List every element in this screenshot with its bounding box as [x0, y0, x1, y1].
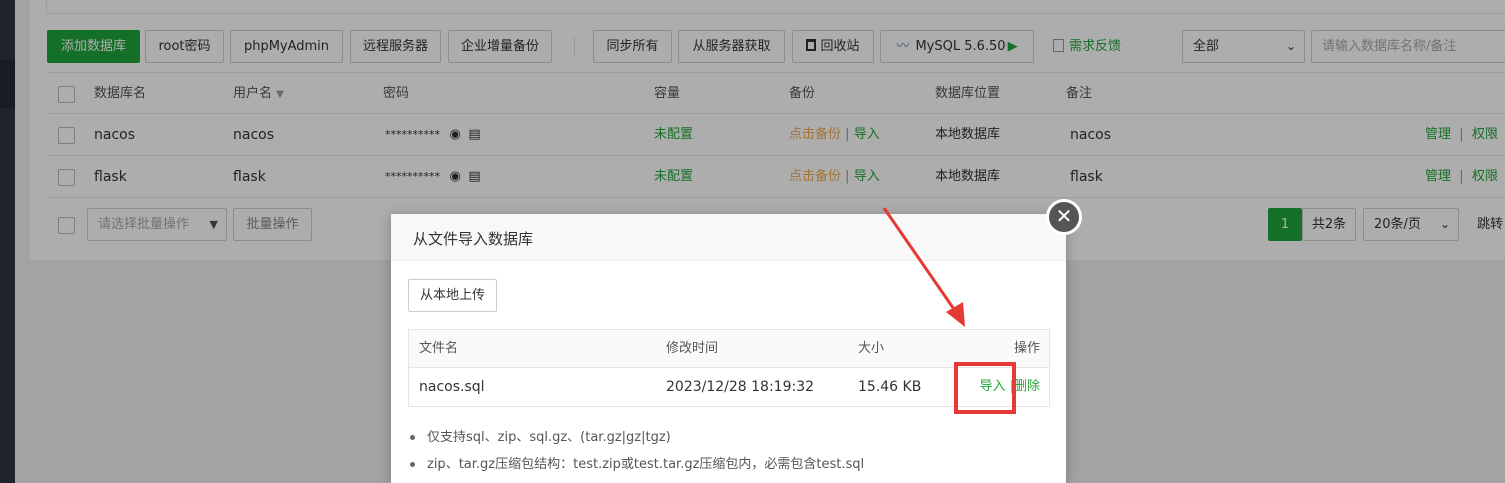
file-row: nacos.sql 2023/12/28 18:19:32 15.46 KB 导… — [409, 368, 1049, 406]
header-action: 操作 — [1013, 341, 1040, 356]
note-item: zip、tar.gz压缩包结构：test.zip或test.tar.gz压缩包内… — [410, 451, 864, 478]
file-name: nacos.sql — [419, 379, 485, 395]
file-size: 15.46 KB — [858, 379, 922, 395]
file-mtime: 2023/12/28 18:19:32 — [666, 379, 815, 395]
note-item: 仅支持sql、zip、sql.gz、(tar.gz|gz|tgz) — [410, 424, 864, 451]
header-mtime: 修改时间 — [666, 341, 719, 356]
file-delete-link[interactable]: 删除 — [1014, 379, 1040, 394]
annotation-highlight-box — [954, 362, 1016, 414]
file-table-header: 文件名 修改时间 大小 操作 — [409, 330, 1049, 368]
modal-title: 从文件导入数据库 — [391, 214, 1066, 261]
header-size: 大小 — [858, 341, 885, 356]
upload-local-button[interactable]: 从本地上传 — [408, 279, 498, 312]
import-modal: 从文件导入数据库 从本地上传 文件名 修改时间 大小 操作 nacos.sql … — [391, 214, 1066, 483]
close-icon[interactable]: ✕ — [1046, 199, 1082, 235]
header-filename: 文件名 — [419, 341, 459, 356]
import-notes: 仅支持sql、zip、sql.gz、(tar.gz|gz|tgz) zip、ta… — [410, 424, 864, 478]
